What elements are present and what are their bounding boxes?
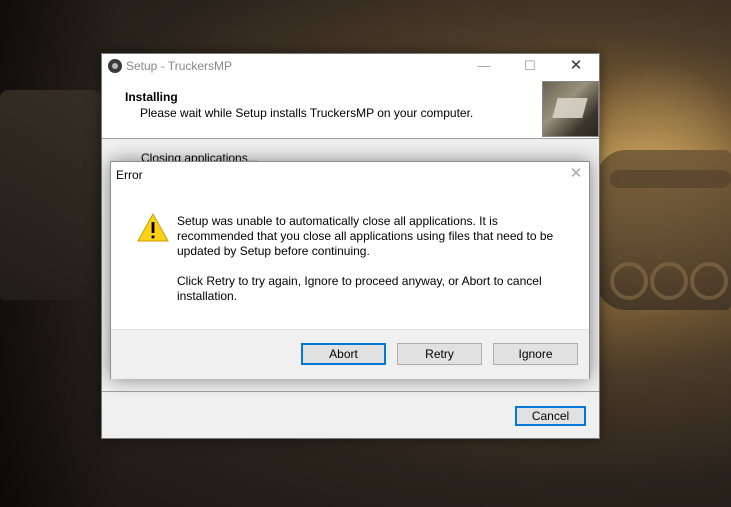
background-tank-barrel	[610, 170, 731, 188]
background-wheel	[650, 262, 688, 300]
error-dialog-title: Error	[116, 168, 143, 182]
footer-divider	[102, 391, 599, 392]
ignore-button[interactable]: Ignore	[493, 343, 578, 365]
cancel-button[interactable]: Cancel	[515, 406, 586, 426]
minimize-button[interactable]: —	[461, 54, 507, 78]
background-wheel	[690, 262, 728, 300]
wizard-header-image	[542, 81, 599, 137]
maximize-button[interactable]: ☐	[507, 54, 553, 78]
close-button[interactable]: ✕	[553, 54, 599, 78]
page-title: Installing	[125, 90, 178, 104]
setup-titlebar[interactable]: Setup - TruckersMP — ☐ ✕	[102, 54, 599, 78]
setup-window-title: Setup - TruckersMP	[126, 59, 233, 73]
abort-button[interactable]: Abort	[301, 343, 386, 365]
setup-header: Installing Please wait while Setup insta…	[102, 78, 599, 139]
error-close-button[interactable]: ✕	[566, 165, 586, 183]
background-wheel	[610, 262, 648, 300]
warning-icon	[137, 212, 169, 242]
error-dialog: Error ✕ Setup was unable to automaticall…	[110, 161, 590, 379]
background-tank-left	[0, 90, 110, 300]
error-message: Setup was unable to automatically close …	[177, 214, 554, 258]
truckersmp-app-icon	[108, 59, 122, 73]
page-subtitle: Please wait while Setup installs Trucker…	[140, 106, 474, 120]
error-button-bar: Abort Retry Ignore	[111, 329, 589, 379]
retry-button[interactable]: Retry	[397, 343, 482, 365]
error-instructions: Click Retry to try again, Ignore to proc…	[177, 274, 542, 303]
